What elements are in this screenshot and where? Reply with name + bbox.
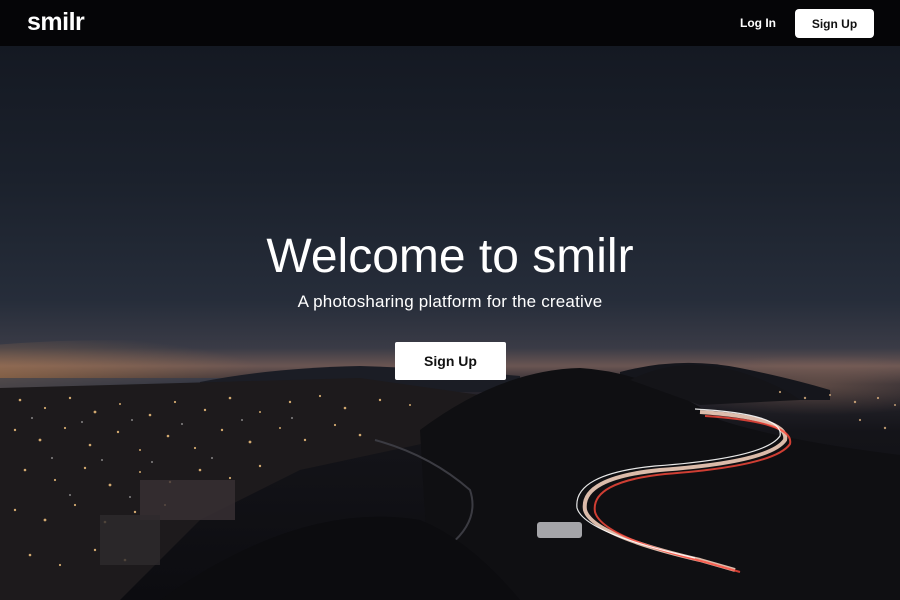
hero-title: Welcome to smilr [266,230,634,283]
header-signup-button[interactable]: Sign Up [795,9,874,38]
login-link[interactable]: Log In [740,16,776,30]
top-nav-bar: smilr Log In Sign Up [0,0,900,46]
hero-signup-button[interactable]: Sign Up [395,342,506,380]
landing-page: smilr Log In Sign Up Welcome to smilr A … [0,0,900,600]
hero-subtitle: A photosharing platform for the creative [297,292,603,311]
smilr-logo[interactable]: smilr [27,8,85,37]
